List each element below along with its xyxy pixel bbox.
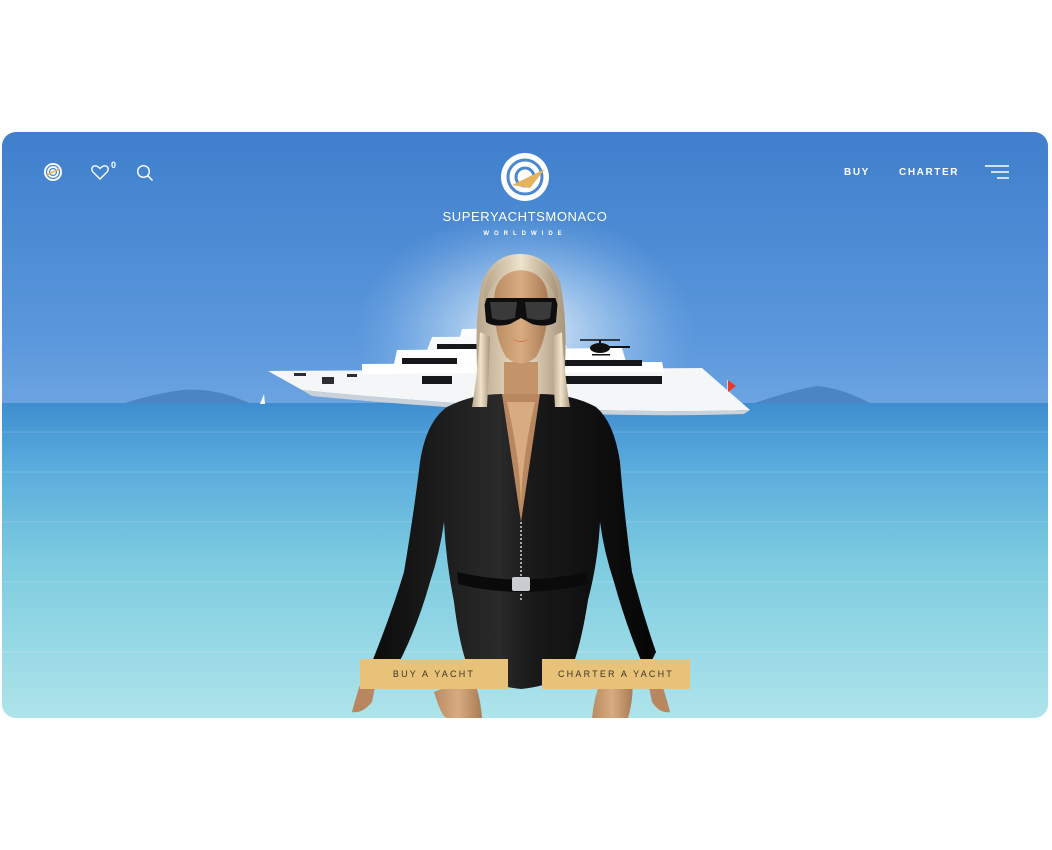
top-navigation-bar: 0 SUPERYACHTSMONACO WORLDWIDE BUY CHARTE…: [2, 132, 1048, 237]
nav-charter-link[interactable]: CHARTER: [899, 167, 959, 178]
favorites-button[interactable]: [89, 161, 111, 183]
hero-section: 0 SUPERYACHTSMONACO WORLDWIDE BUY CHARTE…: [2, 132, 1048, 718]
brand-name: SUPERYACHTSMONACO: [442, 209, 608, 224]
globe-icon: [44, 163, 62, 181]
search-button[interactable]: [135, 163, 155, 183]
brand-logo[interactable]: [500, 152, 550, 202]
brand-tagline: WORLDWIDE: [483, 231, 567, 237]
favorites-count-badge: 0: [111, 160, 117, 170]
buy-a-yacht-button[interactable]: BUY A YACHT: [360, 659, 508, 689]
hamburger-menu-icon: [985, 165, 1009, 179]
charter-a-yacht-button[interactable]: CHARTER A YACHT: [542, 659, 690, 689]
menu-button[interactable]: [985, 163, 1009, 181]
heart-icon: [91, 165, 109, 180]
nav-buy-link[interactable]: BUY: [844, 167, 870, 178]
search-icon: [136, 164, 154, 182]
language-button[interactable]: [42, 161, 64, 183]
